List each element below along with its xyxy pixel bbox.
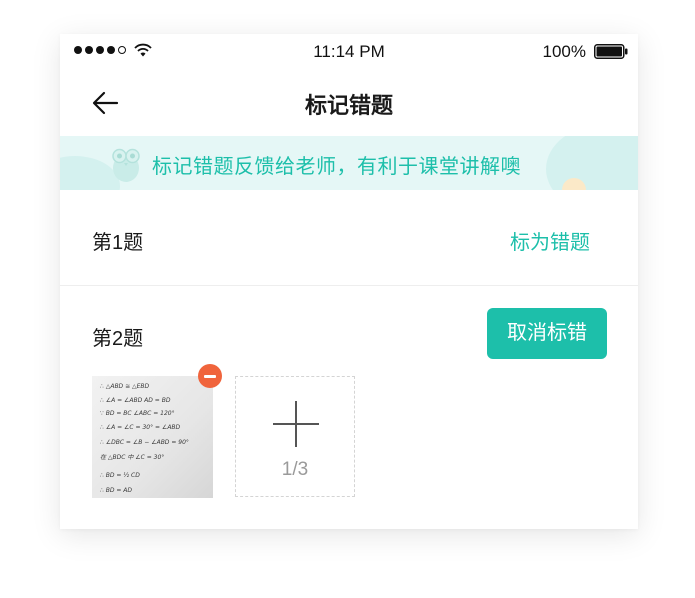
- battery-percentage: 100%: [542, 42, 586, 61]
- question-label: 第1题: [92, 232, 144, 254]
- handwriting-line: ∴ △ABD ≅ △EBD: [100, 383, 150, 390]
- handwriting-line: ∴ ∠A = ∠ABD AD = BD: [100, 397, 171, 404]
- remove-photo-icon[interactable]: [198, 364, 222, 388]
- banner-decoration: [546, 136, 638, 190]
- handwriting-line: ∴ ∠A = ∠C = 30° = ∠ABD: [100, 424, 181, 431]
- plus-icon: [273, 401, 319, 447]
- handwriting-line: ∴ BD = AD: [100, 487, 132, 494]
- handwriting-line: ∴ BD = ½ CD: [100, 472, 140, 479]
- question-row-2: 第2题 取消标错 ∴ △ABD ≅ △EBD ∴ ∠A = ∠ABD AD = …: [60, 286, 638, 529]
- question-row-1: 第1题 标为错题: [60, 190, 638, 286]
- info-banner: 标记错题反馈给老师，有利于课堂讲解噢: [60, 136, 638, 190]
- add-photo-button[interactable]: 1/3: [235, 376, 355, 497]
- navigation-bar: 标记错题: [60, 70, 638, 134]
- phone-screen: 11:14 PM 100% 标记错题 标记错题反馈给老师，有利于课堂讲解噢 第1…: [60, 34, 638, 529]
- battery-icon: [594, 44, 628, 59]
- cancel-mark-button[interactable]: 取消标错: [487, 308, 607, 359]
- owl-mascot-icon: [112, 148, 140, 182]
- page-title: 标记错题: [304, 93, 393, 118]
- photo-counter: 1/3: [281, 459, 309, 480]
- banner-message: 标记错题反馈给老师，有利于课堂讲解噢: [152, 156, 521, 178]
- handwriting-line: ∵ BD = BC ∠ABC = 120°: [100, 410, 175, 417]
- mark-as-wrong-button[interactable]: 标为错题: [510, 226, 590, 255]
- uploaded-photo-thumbnail[interactable]: ∴ △ABD ≅ △EBD ∴ ∠A = ∠ABD AD = BD ∵ BD =…: [92, 376, 213, 498]
- question-label: 第2题: [92, 328, 144, 350]
- handwriting-line: ∴ ∠DBC = ∠B − ∠ABD = 90°: [100, 439, 189, 446]
- status-bar: 11:14 PM 100%: [60, 34, 638, 70]
- handwriting-line: 在 △BDC 中 ∠C = 30°: [100, 453, 164, 461]
